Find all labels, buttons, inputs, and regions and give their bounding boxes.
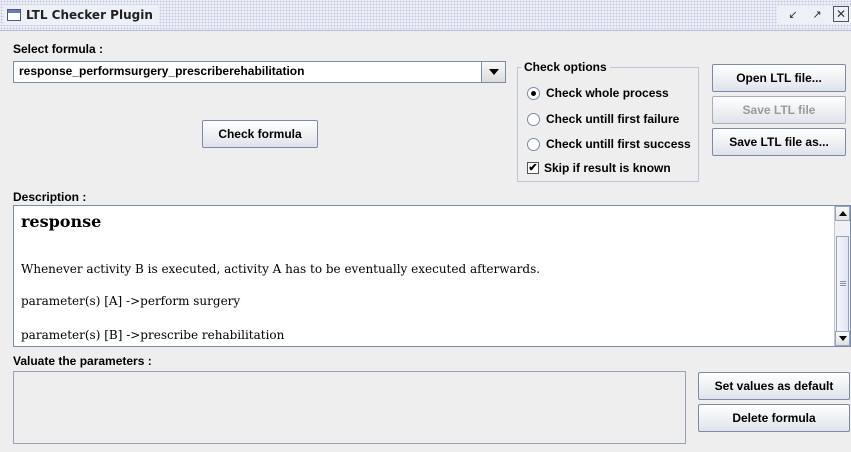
delete-formula-label: Delete formula (732, 411, 816, 425)
radio-icon[interactable] (527, 137, 540, 151)
save-ltl-file-label: Save LTL file (742, 103, 816, 117)
formula-select[interactable]: response_performsurgery_prescriberehabil… (13, 61, 506, 83)
parameter-b-text: parameter(s) [B] ->prescribe rehabilitat… (21, 328, 285, 342)
title-area: LTL Checker Plugin (4, 5, 159, 25)
minimize-icon[interactable]: ↙ (785, 6, 801, 22)
select-formula-label: Select formula : (13, 42, 104, 56)
description-panel[interactable]: response Whenever activity B is executed… (13, 205, 851, 347)
skip-label: Skip if result is known (544, 161, 671, 175)
option-label: Check untill first failure (546, 112, 680, 126)
chevron-down-icon[interactable] (481, 62, 505, 82)
open-ltl-file-button[interactable]: Open LTL file... (712, 64, 846, 92)
set-values-default-label: Set values as default (714, 379, 834, 393)
scroll-down-icon[interactable] (835, 331, 850, 346)
scrollbar-thumb[interactable] (836, 236, 849, 332)
window-title: LTL Checker Plugin (26, 8, 153, 22)
option-first-success[interactable]: Check untill first success (527, 135, 691, 153)
open-ltl-file-label: Open LTL file... (736, 71, 822, 85)
parameter-a-text: parameter(s) [A] ->perform surgery (21, 294, 241, 308)
formula-select-value: response_performsurgery_prescriberehabil… (19, 64, 305, 78)
title-bar: LTL Checker Plugin ↙ ↗ ✕ (0, 0, 851, 31)
valuate-parameters-label: Valuate the parameters : (13, 354, 152, 368)
parameters-panel (13, 371, 686, 444)
radio-icon[interactable] (527, 112, 540, 126)
description-heading: response (21, 212, 102, 231)
description-scrollbar[interactable] (834, 206, 850, 346)
save-ltl-file-as-label: Save LTL file as... (729, 135, 829, 149)
save-ltl-file-button[interactable]: Save LTL file (712, 96, 846, 124)
scroll-up-icon[interactable] (835, 206, 850, 221)
checkmark-icon[interactable]: ✔ (527, 162, 539, 174)
option-first-failure[interactable]: Check untill first failure (527, 110, 679, 128)
radio-selected-icon[interactable] (527, 86, 540, 100)
option-label: Check whole process (546, 86, 669, 100)
check-options-title: Check options (521, 60, 610, 74)
close-icon[interactable]: ✕ (833, 6, 849, 22)
check-formula-button[interactable]: Check formula (202, 120, 318, 148)
skip-if-known-checkbox[interactable]: ✔ Skip if result is known (527, 159, 671, 177)
maximize-icon[interactable]: ↗ (809, 6, 825, 22)
option-label: Check untill first success (546, 137, 691, 151)
window-controls: ↙ ↗ ✕ (777, 6, 851, 24)
set-values-default-button[interactable]: Set values as default (698, 372, 850, 400)
option-whole-process[interactable]: Check whole process (527, 84, 669, 102)
window-icon (7, 9, 21, 21)
save-ltl-file-as-button[interactable]: Save LTL file as... (712, 128, 846, 156)
delete-formula-button[interactable]: Delete formula (698, 404, 850, 432)
check-formula-label: Check formula (218, 127, 302, 141)
description-text: Whenever activity B is executed, activit… (21, 262, 541, 276)
description-label: Description : (13, 190, 87, 204)
